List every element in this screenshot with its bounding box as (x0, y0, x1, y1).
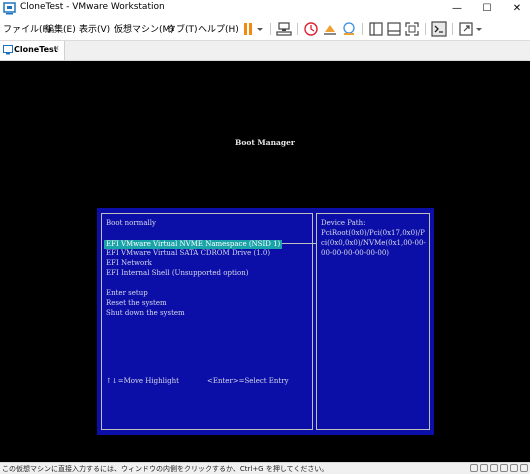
title-bar: CloneTest - VMware Workstation — ☐ ✕ (0, 0, 530, 18)
cdrom-icon[interactable] (480, 464, 488, 472)
device-path-value: PciRoot(0x0)/Pci(0x17,0x0)/Pci(0x0,0x0)/… (321, 229, 426, 257)
toolbar-divider (362, 23, 363, 35)
menu-view[interactable]: 表示(V) (79, 22, 110, 35)
menu-file[interactable]: ファイル(F) (3, 22, 51, 35)
boot-manager-panel: Boot normally EFI VMware Virtual NVME Na… (97, 208, 434, 435)
toolbar-divider (425, 23, 426, 35)
menu-edit[interactable]: 編集(E) (45, 22, 76, 35)
dropdown-icon[interactable] (474, 21, 484, 37)
revert-snapshot-icon[interactable] (322, 21, 338, 37)
device-path-box: Device Path: PciRoot(0x0)/Pci(0x17,0x0)/… (316, 213, 430, 430)
library-icon[interactable] (368, 21, 384, 37)
minimize-button[interactable]: — (440, 0, 474, 18)
sound-icon[interactable] (510, 464, 518, 472)
maximize-button[interactable]: ☐ (470, 0, 504, 18)
footer-move-hint: ↑↓=Move Highlight (106, 377, 179, 385)
tab-bar: CloneTest ✕ (0, 41, 530, 61)
boot-option[interactable]: EFI Internal Shell (Unsupported option) (106, 269, 248, 278)
menu-bar: ファイル(F) 編集(E) 表示(V) 仮想マシン(M) タブ(T) ヘルプ(H… (0, 18, 530, 41)
boot-option[interactable]: Reset the system (106, 299, 167, 308)
menu-vm[interactable]: 仮想マシン(M) (114, 22, 174, 35)
dropdown-icon[interactable] (255, 21, 265, 37)
toolbar-divider (452, 23, 453, 35)
fullscreen-icon[interactable] (404, 21, 420, 37)
vmware-app-icon (3, 2, 16, 15)
boot-option[interactable]: EFI Network (106, 259, 152, 268)
boot-manager-title: Boot Manager (235, 138, 295, 147)
device-path-info: Device Path: PciRoot(0x0)/Pci(0x17,0x0)/… (321, 218, 427, 258)
tab-close-icon[interactable]: ✕ (53, 44, 60, 53)
vm-console[interactable]: Boot Manager Boot normally EFI VMware Vi… (0, 61, 530, 462)
display-icon[interactable] (520, 464, 528, 472)
close-button[interactable]: ✕ (500, 0, 530, 18)
network-icon[interactable] (276, 21, 292, 37)
boot-option[interactable]: Enter setup (106, 289, 148, 298)
footer-select-hint: <Enter>=Select Entry (207, 377, 289, 385)
boot-option[interactable]: EFI VMware Virtual SATA CDROM Drive (1.0… (106, 249, 270, 258)
tab-clonetest[interactable]: CloneTest ✕ (0, 41, 65, 60)
status-bar: この仮想マシンに直接入力するには、ウィンドウの内側をクリックするか、Ctrl+G… (0, 462, 530, 474)
boot-options-box: Boot normally EFI VMware Virtual NVME Na… (101, 213, 313, 430)
toolbar-divider (270, 23, 271, 35)
vm-icon (3, 45, 13, 55)
menu-tabs[interactable]: タブ(T) (167, 22, 198, 35)
device-path-label: Device Path: (321, 219, 366, 227)
boot-option-selected[interactable]: EFI VMware Virtual NVME Namespace (NSID … (104, 240, 283, 249)
toolbar-divider (297, 23, 298, 35)
snapshot-icon[interactable] (303, 21, 319, 37)
usb-icon[interactable] (500, 464, 508, 472)
network-adapter-icon[interactable] (490, 464, 498, 472)
tab-label: CloneTest (14, 45, 58, 54)
boot-option[interactable]: Shut down the system (106, 309, 185, 318)
hdd-icon[interactable] (470, 464, 478, 472)
menu-help[interactable]: ヘルプ(H) (198, 22, 239, 35)
console-view-icon[interactable] (431, 21, 447, 37)
thumbnail-icon[interactable] (386, 21, 402, 37)
stretch-icon[interactable] (458, 21, 474, 37)
boot-option[interactable]: Boot normally (106, 219, 156, 228)
window-title: CloneTest - VMware Workstation (20, 2, 165, 12)
selection-connector-line (282, 243, 316, 244)
manage-snapshots-icon[interactable] (341, 21, 357, 37)
pause-icon[interactable] (240, 21, 256, 37)
